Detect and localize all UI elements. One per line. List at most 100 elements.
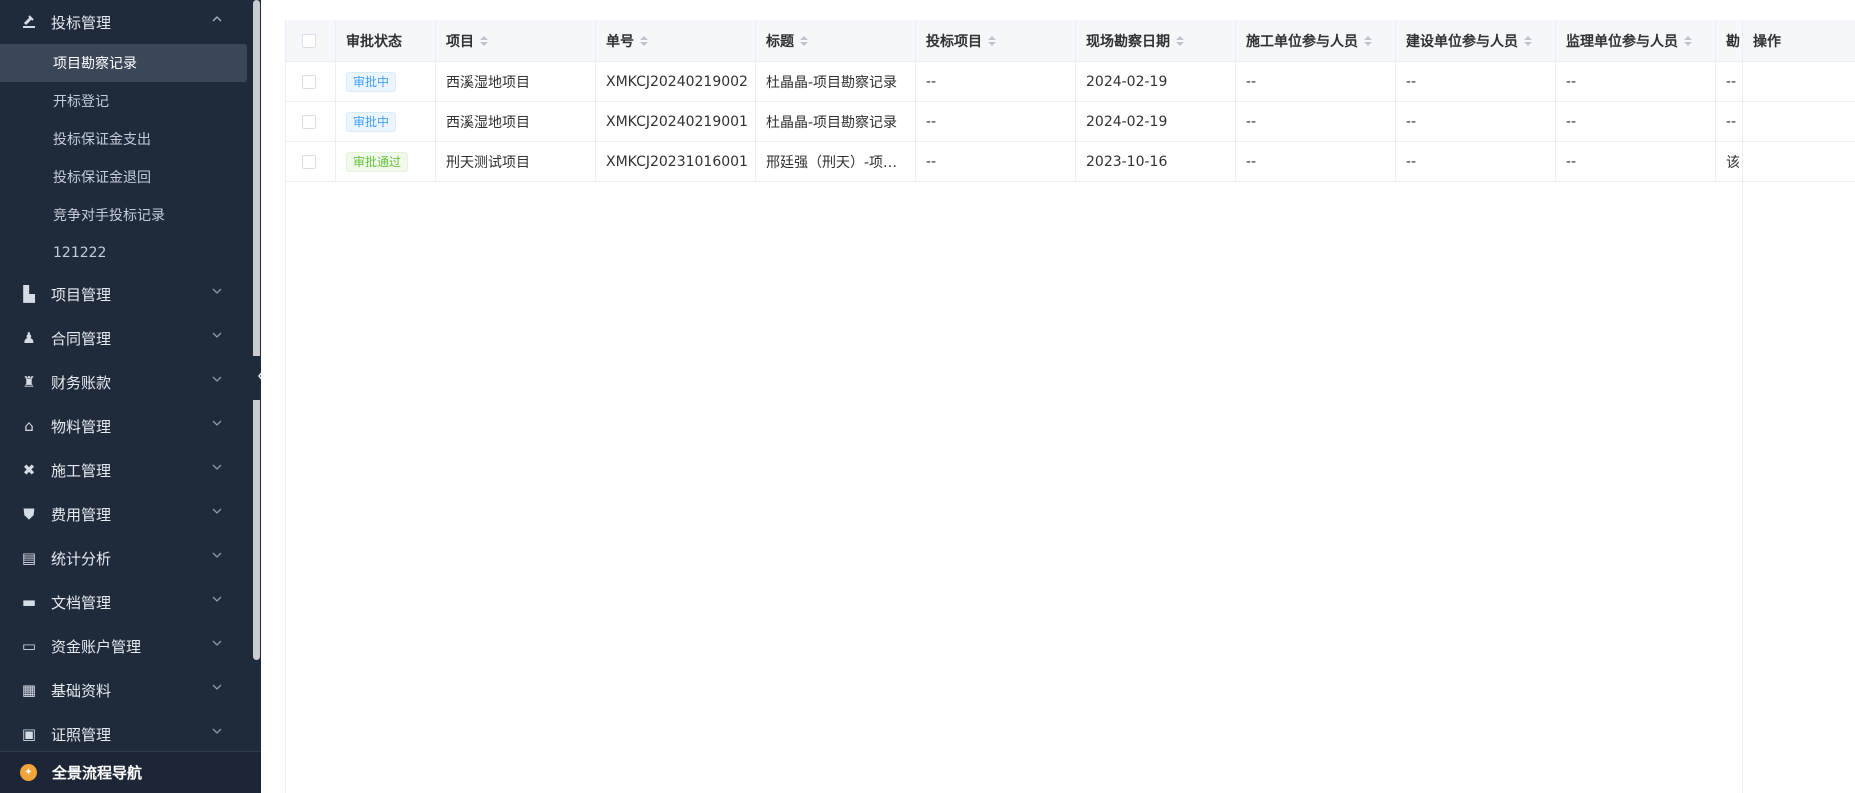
cell-value: 2024-02-19 xyxy=(1086,73,1168,90)
cell-value: -- xyxy=(926,113,937,130)
submenu-item[interactable]: 投标保证金支出 xyxy=(0,120,252,158)
cell-value: -- xyxy=(1566,153,1577,170)
menu-group[interactable]: ♟ 合同管理 xyxy=(0,316,252,360)
card-icon: ▭ xyxy=(21,637,37,655)
panorama-nav-label: 全景流程导航 xyxy=(52,764,143,782)
submenu-item-label: 项目勘察记录 xyxy=(53,56,137,72)
column-header[interactable]: 标题 xyxy=(756,20,916,61)
table-cell-project: 刑天测试项目 xyxy=(436,142,596,181)
cell-value: 2023-10-16 xyxy=(1086,153,1168,170)
sort-icon[interactable] xyxy=(480,35,488,46)
submenu-item-label: 投标保证金支出 xyxy=(53,132,151,148)
menu-group-label: 基础资料 xyxy=(51,681,112,700)
row-select-cell xyxy=(286,62,336,101)
cell-value: -- xyxy=(1566,113,1577,130)
user-stamp-icon: ♟ xyxy=(22,329,36,347)
table-cell-project: 西溪湿地项目 xyxy=(436,62,596,101)
money-bag-icon: ♜ xyxy=(22,373,36,391)
cell-value: -- xyxy=(1406,73,1417,90)
sidebar-menu[interactable]: 投标管理 项目勘察记录开标登记投标保证金支出投标保证金退回竞争对手投标记录 121… xyxy=(0,0,252,750)
column-header[interactable]: 建设单位参与人员 xyxy=(1396,20,1556,61)
cell-value: 刑天测试项目 xyxy=(446,154,530,171)
chevron-down-icon xyxy=(212,462,222,472)
table-cell-bid-project: -- xyxy=(916,142,1076,181)
menu-group[interactable]: ▦ 基础资料 xyxy=(0,668,252,712)
cell-value: -- xyxy=(1246,153,1257,170)
fixed-column-divider xyxy=(1742,62,1743,793)
status-badge: 审批中 xyxy=(346,111,397,132)
menu-group[interactable]: ⌂ 物料管理 xyxy=(0,404,252,448)
cell-value: -- xyxy=(926,153,937,170)
table-cell-bid-project: -- xyxy=(916,62,1076,101)
table-row[interactable]: 审批中 西溪湿地项目 XMKCJ20240219001 杜晶晶-项目勘察记录 -- 202… xyxy=(286,102,1855,142)
cell-value: XMKCJ20240219002 xyxy=(606,73,748,90)
table-cell-date: 2024-02-19 xyxy=(1076,62,1236,101)
actions-cell xyxy=(1743,142,1816,181)
table-row[interactable]: 审批通过 刑天测试项目 XMKCJ20231016001 邢廷强（刑天）-项… -- 20… xyxy=(286,142,1855,182)
column-header[interactable]: 单号 xyxy=(596,20,756,61)
row-select-cell xyxy=(286,102,336,141)
menu-group[interactable]: ♜ 财务账款 xyxy=(0,360,252,404)
sort-icon[interactable] xyxy=(1684,35,1692,46)
panorama-nav-button[interactable]: ✦ 全景流程导航 xyxy=(0,751,261,793)
select-all-cell xyxy=(286,20,336,61)
submenu-item[interactable]: 开标登记 xyxy=(0,82,252,120)
menu-group[interactable]: ⛊ 费用管理 xyxy=(0,492,252,536)
column-header-label: 单号 xyxy=(606,33,634,50)
menu-group[interactable]: ▭ 资金账户管理 xyxy=(0,624,252,668)
table-row[interactable]: 审批中 西溪湿地项目 XMKCJ20240219002 杜晶晶-项目勘察记录 -- 202… xyxy=(286,62,1855,102)
table-cell-supervisor: -- xyxy=(1556,62,1716,101)
sort-icon[interactable] xyxy=(988,35,996,46)
row-checkbox[interactable] xyxy=(302,114,316,129)
cell-value: 邢廷强（刑天）-项… xyxy=(766,154,898,171)
column-header[interactable]: 监理单位参与人员 xyxy=(1556,20,1716,61)
menu-group-label: 财务账款 xyxy=(51,373,112,392)
sort-icon[interactable] xyxy=(1524,35,1532,46)
select-all-checkbox[interactable] xyxy=(302,33,316,48)
warehouse-icon: ⌂ xyxy=(24,417,34,435)
column-header-label: 操作 xyxy=(1753,33,1781,50)
menu-group[interactable]: ▙ 项目管理 xyxy=(0,272,252,316)
table-header: 审批状态 项目 单号 标题 投标项目 现场勘察日期 施工单位参与人员 建设单位参与人员 监理单位… xyxy=(286,20,1855,62)
sort-icon[interactable] xyxy=(800,35,808,46)
menu-group[interactable]: ▤ 统计分析 xyxy=(0,536,252,580)
submenu-item[interactable]: 投标保证金退回 xyxy=(0,158,252,196)
sort-icon[interactable] xyxy=(1176,35,1184,46)
table-cell-construction: -- xyxy=(1236,62,1396,101)
menu-group-label: 统计分析 xyxy=(51,549,112,568)
cell-value: -- xyxy=(1246,73,1257,90)
menu-group[interactable]: ✖ 施工管理 xyxy=(0,448,252,492)
sidebar-scrollbar[interactable] xyxy=(253,0,260,660)
chevron-down-icon xyxy=(212,726,222,736)
table-cell-project: 西溪湿地项目 xyxy=(436,102,596,141)
chart-icon: ▤ xyxy=(21,549,37,567)
building-icon: ▙ xyxy=(23,285,35,303)
cell-value: -- xyxy=(926,73,937,90)
row-checkbox[interactable] xyxy=(302,74,316,89)
menu-group[interactable]: ▣ 证照管理 xyxy=(0,712,252,750)
menu-group[interactable]: ▬ 文档管理 xyxy=(0,580,252,624)
column-header: 审批状态 xyxy=(336,20,436,61)
column-header[interactable]: 项目 xyxy=(436,20,596,61)
column-header[interactable]: 施工单位参与人员 xyxy=(1236,20,1396,61)
sort-icon[interactable] xyxy=(640,35,648,46)
column-header-label: 施工单位参与人员 xyxy=(1246,33,1358,50)
submenu-item[interactable]: 121222 xyxy=(0,234,252,272)
cell-value: -- xyxy=(1726,113,1737,130)
cell-value: -- xyxy=(1246,113,1257,130)
submenu-item[interactable]: 项目勘察记录 xyxy=(0,44,247,82)
table-cell-title: 邢廷强（刑天）-项… xyxy=(756,142,916,181)
submenu-item[interactable]: 竞争对手投标记录 xyxy=(0,196,252,234)
sort-icon[interactable] xyxy=(1364,35,1372,46)
tools-icon: ✖ xyxy=(22,461,36,479)
menu-group-bidding[interactable]: 投标管理 xyxy=(0,0,252,44)
column-header: 操作 xyxy=(1743,20,1816,61)
table-cell-extra: 该 xyxy=(1716,142,1743,181)
column-header[interactable]: 现场勘察日期 xyxy=(1076,20,1236,61)
menu-group-label: 投标管理 xyxy=(51,13,112,32)
column-header[interactable]: 投标项目 xyxy=(916,20,1076,61)
chevron-down-icon xyxy=(212,374,222,384)
row-checkbox[interactable] xyxy=(302,154,316,169)
shield-icon: ⛊ xyxy=(23,505,35,523)
submenu-item-label: 竞争对手投标记录 xyxy=(53,208,165,224)
